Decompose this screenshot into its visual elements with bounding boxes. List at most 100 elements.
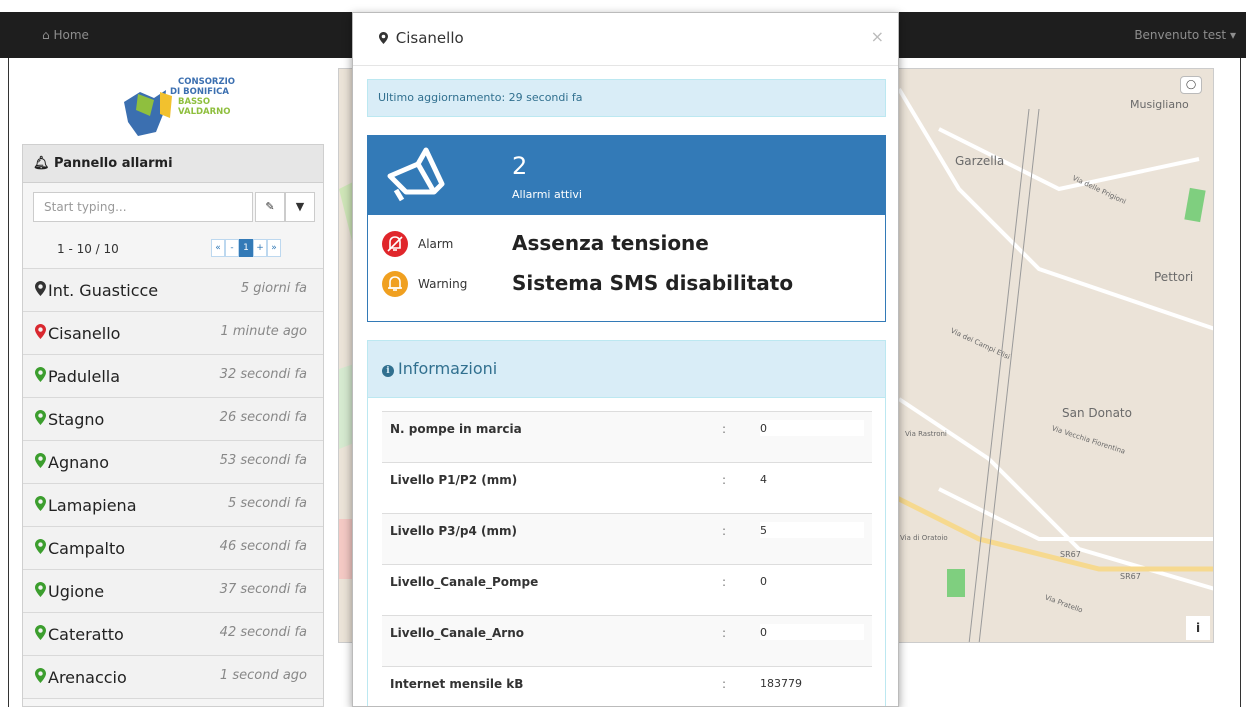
info-label: Livello_Canale_Arno [390, 626, 524, 640]
modal-title: Cisanello [395, 29, 464, 47]
station-name: Ugione [48, 582, 105, 601]
station-name: Cateratto [48, 625, 124, 644]
station-list-item[interactable]: Cisanello 1 minute ago [23, 312, 323, 355]
info-separator: : [722, 677, 727, 691]
value-cell-bg [760, 624, 864, 640]
value-cell-bg [760, 420, 864, 436]
info-separator: : [722, 575, 727, 589]
consorzio-logo: CONSORZIO DI BONIFICA BASSO VALDARNO [120, 72, 240, 140]
megaphone-icon [387, 147, 445, 202]
station-list-item[interactable]: Cateratto 42 secondi fa [23, 613, 323, 656]
info-row: Livello_Canale_Arno: 0 [382, 615, 872, 666]
map-marker-icon [35, 367, 46, 382]
map-marker-icon [35, 582, 46, 597]
map-label-musigliano: Musigliano [1130, 98, 1189, 111]
alarm-row: Alarm Assenza tensione [382, 229, 882, 259]
info-label: Livello P3/p4 (mm) [390, 524, 517, 538]
alarm-level: Alarm [418, 237, 454, 251]
map-marker-icon [35, 281, 46, 296]
pager-prev[interactable]: - [225, 239, 239, 257]
info-value: 0 [760, 575, 767, 588]
station-last-seen: 32 secondi fa [219, 367, 307, 382]
station-list-item[interactable]: Padulella 32 secondi fa [23, 355, 323, 398]
station-list-item[interactable]: Arenaccio 1 second ago [23, 656, 323, 699]
station-last-seen: 42 secondi fa [219, 625, 307, 640]
home-link[interactable]: ⌂ Home [42, 28, 89, 42]
close-icon[interactable]: × [871, 27, 884, 46]
map-label-sr67-b: SR67 [1120, 572, 1141, 581]
information-table: N. pompe in marcia: 0 Livello P1/P2 (mm): 4… [382, 411, 872, 706]
map-marker-icon [35, 410, 46, 425]
information-title: Informazioni [398, 359, 498, 378]
logo-text-3: BASSO [178, 97, 210, 107]
modal-header: Cisanello × [353, 13, 898, 66]
active-alarms-panel: 2 Allarmi attivi Alarm Assenza tensione … [367, 135, 886, 322]
station-list-item[interactable]: Stagno 26 secondi fa [23, 398, 323, 441]
map-marker-icon [35, 453, 46, 468]
map-label-rastroni: Via Rastroni [905, 430, 947, 438]
info-value: 5 [760, 524, 767, 537]
map-info-button[interactable]: i [1186, 616, 1210, 640]
pager-page-1[interactable]: 1 [239, 239, 253, 257]
pager-first[interactable]: « [211, 239, 225, 257]
home-label: Home [53, 28, 89, 42]
welcome-label: Benvenuto test [1134, 28, 1227, 42]
station-list-item[interactable]: Lamapiena 5 secondi fa [23, 484, 323, 527]
bell-icon: 🔔︎ [33, 156, 50, 171]
user-menu[interactable]: Benvenuto test ▾ [1134, 28, 1236, 42]
info-separator: : [722, 422, 727, 436]
map-marker-icon [35, 539, 46, 554]
station-list-item[interactable]: Campalto 46 secondi fa [23, 527, 323, 570]
station-name: Cisanello [48, 324, 121, 343]
info-label: Livello_Canale_Pompe [390, 575, 539, 589]
station-name: Campalto [48, 539, 126, 558]
pagination: « - 1 + » [211, 239, 281, 257]
map-marker-icon [35, 496, 46, 511]
caret-down-icon: ▾ [1229, 28, 1236, 42]
search-row: ✎ ▼ [23, 183, 323, 231]
map-marker-icon [35, 625, 46, 640]
info-label: Internet mensile kB [390, 677, 524, 691]
logo-text-1: CONSORZIO [178, 77, 235, 87]
logo-text-2: DI BONIFICA [170, 87, 229, 97]
info-label: Livello P1/P2 (mm) [390, 473, 518, 487]
alarm-count: 2 [512, 152, 528, 180]
alarm-panel-sidebar: 🔔︎ Pannello allarmi ✎ ▼ 1 - 10 / 10 « - … [22, 144, 324, 707]
station-name: Arenaccio [48, 668, 127, 687]
station-last-seen: 46 secondi fa [219, 539, 307, 554]
layer-toggle-button[interactable]: ◯ [1180, 76, 1202, 94]
info-value: 4 [760, 473, 767, 486]
result-range: 1 - 10 / 10 [57, 242, 119, 256]
clear-search-button[interactable]: ✎ [255, 192, 285, 222]
eraser-icon: ✎ [265, 200, 275, 213]
station-last-seen: 53 secondi fa [219, 453, 307, 468]
map-label-garzella: Garzella [955, 154, 1005, 168]
station-last-seen: 1 minute ago [220, 324, 307, 339]
station-list-item[interactable]: Ugione 37 secondi fa [23, 570, 323, 613]
map-label-san-donato: San Donato [1062, 406, 1132, 420]
pager-next[interactable]: + [253, 239, 267, 257]
station-name: Padulella [48, 367, 121, 386]
station-list-item[interactable]: Agnano 53 secondi fa [23, 441, 323, 484]
station-last-seen: 26 secondi fa [219, 410, 307, 425]
station-list-item[interactable]: Int. Guasticce 5 giorni fa [23, 269, 323, 312]
alarm-row: Warning Sistema SMS disabilitato [382, 269, 882, 299]
pager-last[interactable]: » [267, 239, 281, 257]
filter-button[interactable]: ▼ [285, 192, 315, 222]
panel-title: Pannello allarmi [54, 156, 173, 171]
search-input[interactable] [33, 192, 253, 222]
station-name: Stagno [48, 410, 105, 429]
station-last-seen: 5 secondi fa [227, 496, 307, 511]
info-separator: : [722, 524, 727, 538]
map-marker-icon [379, 32, 388, 44]
station-list: Int. Guasticce 5 giorni fa Cisanello 1 minu… [23, 269, 323, 699]
information-header: i Informazioni [368, 341, 885, 398]
info-row: Livello P3/p4 (mm): 5 [382, 513, 872, 564]
info-separator: : [722, 473, 727, 487]
toggle-icon: ◯ [1185, 80, 1197, 90]
left-border [8, 58, 9, 707]
map-marker-icon [35, 668, 46, 683]
station-name: Agnano [48, 453, 109, 472]
alarm-description: Sistema SMS disabilitato [512, 271, 794, 295]
bell-icon [382, 271, 408, 297]
